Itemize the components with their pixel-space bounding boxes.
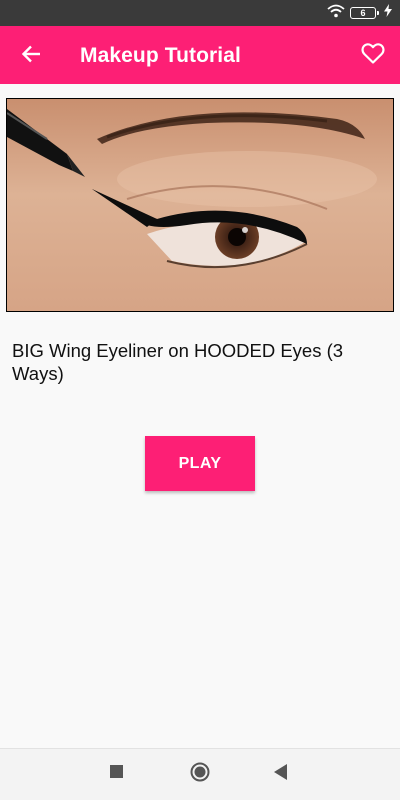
back-button[interactable] [16,41,46,71]
video-thumbnail[interactable] [6,98,394,312]
charging-bolt-icon [384,4,392,22]
app-bar: Makeup Tutorial [0,26,400,84]
play-button[interactable]: PLAY [145,436,255,491]
system-back-button[interactable] [270,763,292,785]
battery-level: 6 [360,7,366,18]
home-circle-icon [190,762,210,787]
wifi-icon [327,4,345,23]
favorite-button[interactable] [358,40,388,70]
system-nav-bar [0,748,400,800]
status-bar: 6 [0,0,400,26]
arrow-left-icon [21,45,41,68]
page-title: Makeup Tutorial [80,44,241,67]
back-triangle-icon [274,763,288,785]
heart-outline-icon [361,42,385,69]
recent-apps-button[interactable] [106,763,128,785]
video-title: BIG Wing Eyeliner on HOODED Eyes (3 Ways… [12,340,344,384]
status-icons: 6 [327,4,392,23]
battery-icon: 6 [350,7,379,19]
home-button[interactable] [189,762,211,787]
recent-apps-square-icon [110,764,124,784]
